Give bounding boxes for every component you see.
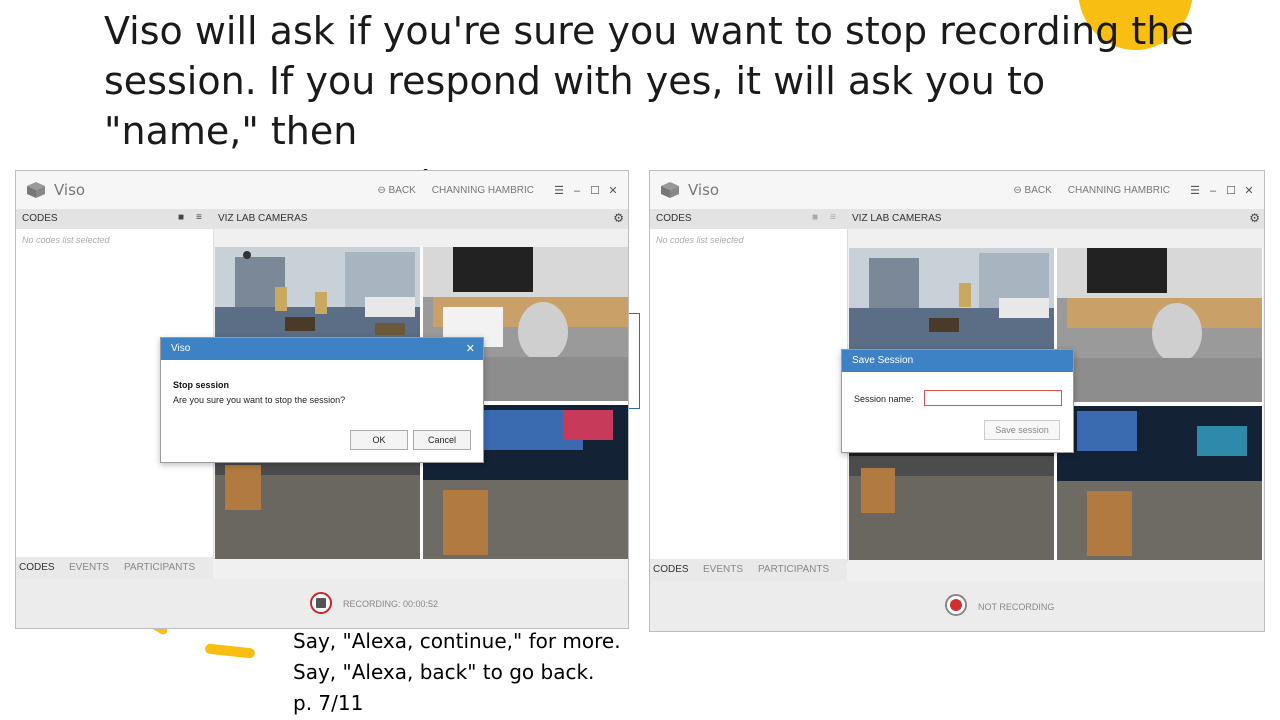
- recording-bar: NOT RECORDING: [650, 581, 1264, 631]
- record-icon: [950, 599, 962, 611]
- save-session-dialog: Save Session Session name: Save session: [841, 349, 1074, 453]
- stop-session-dialog: Viso ✕ Stop session Are you sure you wan…: [160, 337, 484, 463]
- back-arrow-icon: ⊖: [1013, 185, 1022, 196]
- empty-codes-message: No codes list selected: [656, 235, 744, 245]
- tab-participants[interactable]: PARTICIPANTS: [124, 562, 195, 573]
- back-label: BACK: [1024, 185, 1052, 196]
- dialog-title-bar: Viso ✕: [161, 338, 483, 360]
- tab-codes[interactable]: CODES: [653, 564, 689, 575]
- user-name[interactable]: CHANNING HAMBRIC: [432, 185, 534, 196]
- viso-window-stop-session: Viso ⊖ BACK CHANNING HAMBRIC ☰ – ☐ ✕ COD…: [15, 170, 629, 629]
- panel-tabs: CODES EVENTS PARTICIPANTS: [16, 557, 213, 579]
- session-name-label: Session name:: [854, 394, 914, 404]
- start-recording-button[interactable]: [945, 594, 967, 616]
- back-arrow-icon: ⊖: [377, 185, 386, 196]
- dialog-title: Save Session: [852, 355, 914, 366]
- back-button[interactable]: ⊖ BACK: [1013, 185, 1051, 196]
- cube-logo-icon: [27, 182, 45, 198]
- tab-events[interactable]: EVENTS: [69, 562, 109, 573]
- gear-icon[interactable]: ⚙: [613, 211, 624, 225]
- footer-continue: Say, "Alexa, continue," for more.: [293, 629, 621, 653]
- camera-feed-2[interactable]: [1057, 248, 1262, 402]
- title-line-2: session. If you respond with yes, it wil…: [104, 59, 1046, 153]
- codes-panel: No codes list selected: [650, 229, 848, 561]
- app-name: Viso: [688, 181, 720, 199]
- title-bar: Viso ⊖ BACK CHANNING HAMBRIC ☰ – ☐ ✕: [650, 171, 1264, 209]
- close-icon[interactable]: ✕: [1240, 184, 1258, 197]
- codes-header: CODES: [656, 213, 692, 224]
- back-button[interactable]: ⊖ BACK: [377, 185, 415, 196]
- chat-icon[interactable]: ■: [178, 212, 184, 223]
- decorative-dash: [204, 643, 256, 659]
- tab-codes[interactable]: CODES: [19, 562, 55, 573]
- close-icon[interactable]: ✕: [466, 338, 475, 360]
- maximize-icon[interactable]: ☐: [586, 184, 604, 197]
- title-bar-controls: ⊖ BACK CHANNING HAMBRIC ☰ – ☐ ✕: [1013, 184, 1258, 198]
- app-name: Viso: [54, 181, 86, 199]
- chat-icon[interactable]: ■: [812, 212, 818, 223]
- hamburger-menu-icon[interactable]: ☰: [550, 184, 568, 197]
- camera-feed-4[interactable]: [1057, 406, 1262, 560]
- cube-logo-icon: [661, 182, 679, 198]
- dialog-title-bar: Save Session: [842, 350, 1073, 372]
- page-number: p. 7/11: [293, 691, 364, 715]
- dialog-message: Are you sure you want to stop the sessio…: [173, 395, 346, 405]
- list-icon[interactable]: ≡: [830, 212, 836, 223]
- back-label: BACK: [388, 185, 416, 196]
- tab-participants[interactable]: PARTICIPANTS: [758, 564, 829, 575]
- recording-status: NOT RECORDING: [978, 602, 1055, 612]
- title-line-1: Viso will ask if you're sure you want to…: [104, 9, 1194, 53]
- cameras-header: VIZ LAB CAMERAS: [218, 213, 308, 224]
- minimize-icon[interactable]: –: [1204, 185, 1222, 197]
- viso-window-save-session: Viso ⊖ BACK CHANNING HAMBRIC ☰ – ☐ ✕ COD…: [649, 170, 1265, 632]
- session-name-input[interactable]: [924, 390, 1062, 406]
- panel-header: CODES ■ ≡ VIZ LAB CAMERAS ⚙: [16, 209, 628, 229]
- recording-status: RECORDING: 00:00:52: [343, 599, 439, 609]
- stop-icon: [316, 598, 326, 608]
- stop-recording-button[interactable]: [310, 592, 332, 614]
- hamburger-menu-icon[interactable]: ☰: [1186, 184, 1204, 197]
- ok-button[interactable]: OK: [350, 430, 408, 450]
- empty-codes-message: No codes list selected: [22, 235, 110, 245]
- list-icon[interactable]: ≡: [196, 212, 202, 223]
- codes-header: CODES: [22, 213, 58, 224]
- minimize-icon[interactable]: –: [568, 185, 586, 197]
- dialog-title: Viso: [171, 343, 191, 354]
- tab-events[interactable]: EVENTS: [703, 564, 743, 575]
- title-bar-controls: ⊖ BACK CHANNING HAMBRIC ☰ – ☐ ✕: [377, 184, 622, 198]
- title-bar: Viso ⊖ BACK CHANNING HAMBRIC ☰ – ☐ ✕: [16, 171, 628, 209]
- dialog-heading: Stop session: [173, 380, 230, 390]
- recording-bar: RECORDING: 00:00:52: [16, 579, 628, 628]
- save-session-button[interactable]: Save session: [984, 420, 1060, 440]
- footer-instructions: Say, "Alexa, continue," for more. Say, "…: [293, 626, 621, 719]
- close-icon[interactable]: ✕: [604, 184, 622, 197]
- cancel-button[interactable]: Cancel: [413, 430, 471, 450]
- footer-back: Say, "Alexa, back" to go back.: [293, 660, 595, 684]
- user-name[interactable]: CHANNING HAMBRIC: [1068, 185, 1170, 196]
- maximize-icon[interactable]: ☐: [1222, 184, 1240, 197]
- cameras-header: VIZ LAB CAMERAS: [852, 213, 942, 224]
- panel-header: CODES ■ ≡ VIZ LAB CAMERAS ⚙: [650, 209, 1264, 229]
- panel-tabs: CODES EVENTS PARTICIPANTS: [650, 559, 847, 581]
- gear-icon[interactable]: ⚙: [1249, 211, 1260, 225]
